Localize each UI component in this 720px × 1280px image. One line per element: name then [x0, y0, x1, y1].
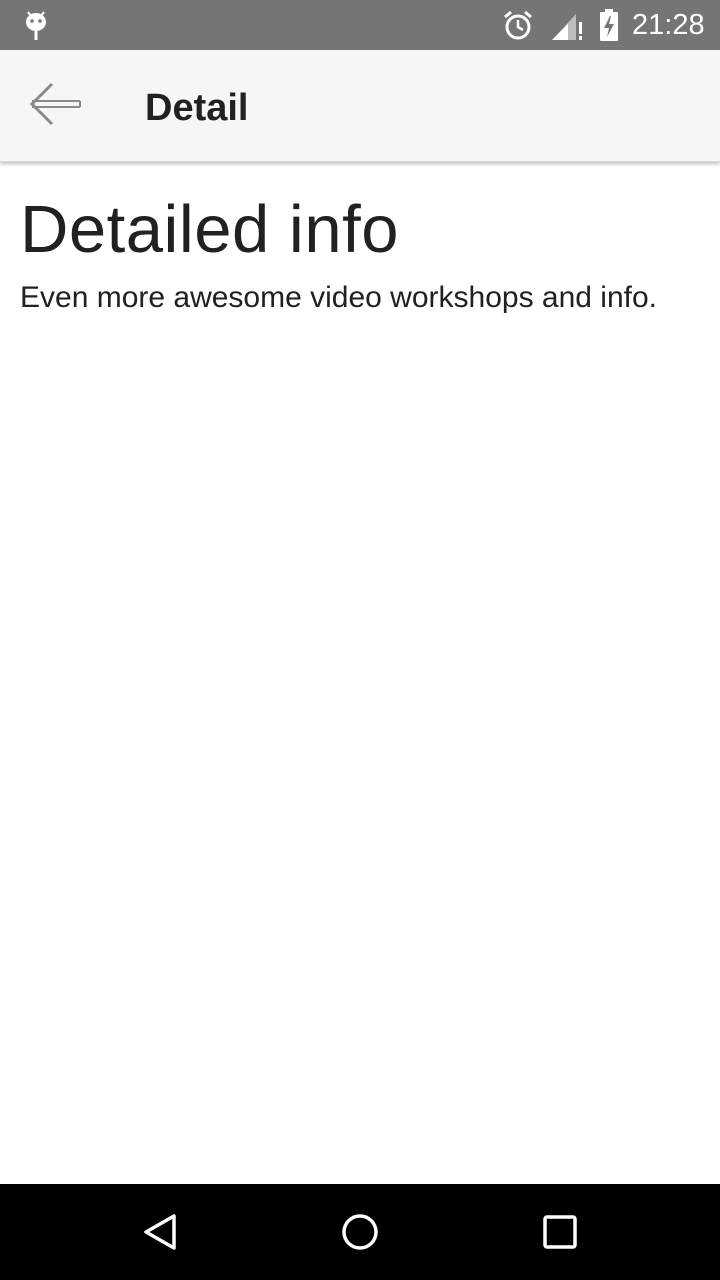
back-triangle-icon: [140, 1212, 180, 1257]
alarm-icon: [502, 9, 534, 41]
navigation-bar: [0, 1184, 720, 1280]
detail-body-text: Even more awesome video workshops and in…: [20, 281, 658, 314]
nav-home-button[interactable]: [336, 1210, 384, 1258]
back-button[interactable]: [24, 76, 88, 136]
status-clock: 21:28: [632, 9, 705, 41]
signal-icon: [550, 10, 586, 42]
status-bar: 21:28: [0, 0, 720, 50]
home-circle-icon: [340, 1212, 380, 1257]
app-bar: Detail: [0, 50, 720, 162]
nav-recents-button[interactable]: [536, 1210, 584, 1258]
detail-heading: Detailed info: [20, 192, 399, 267]
recents-square-icon: [540, 1212, 580, 1257]
arrow-back-icon: [28, 80, 84, 133]
battery-charging-icon: [598, 9, 620, 41]
content: Detailed info Even more awesome video wo…: [20, 190, 710, 318]
page-title: Detail: [145, 87, 249, 129]
nav-back-button[interactable]: [136, 1210, 184, 1258]
android-icon: [22, 8, 50, 42]
